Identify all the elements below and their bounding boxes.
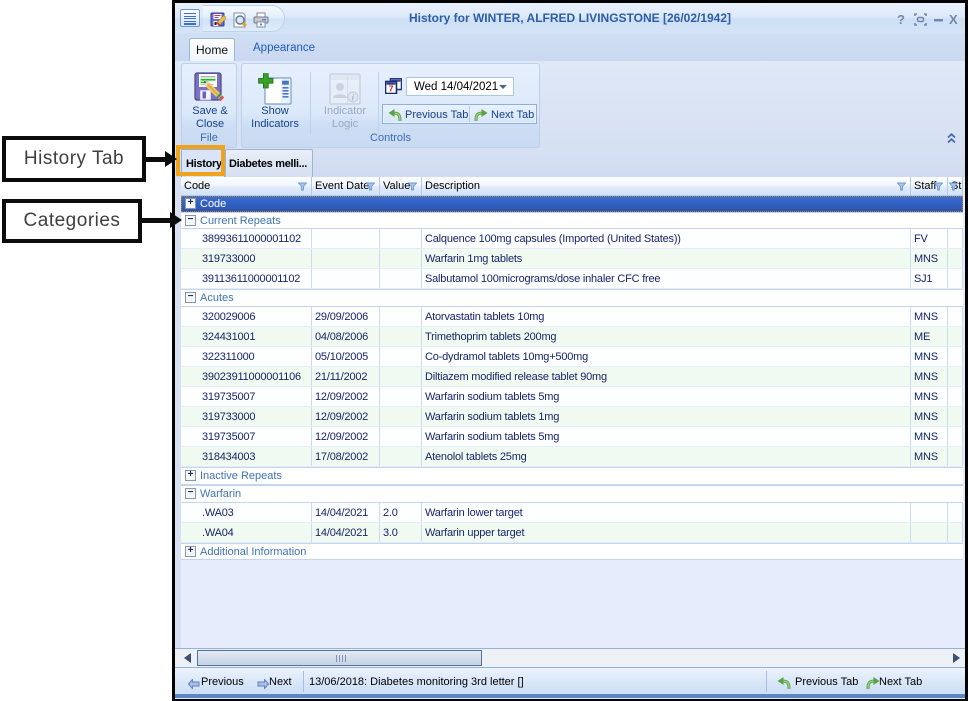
svg-text:7: 7	[389, 84, 394, 94]
svg-text:?: ?	[897, 13, 905, 26]
svg-text:X: X	[949, 13, 958, 26]
